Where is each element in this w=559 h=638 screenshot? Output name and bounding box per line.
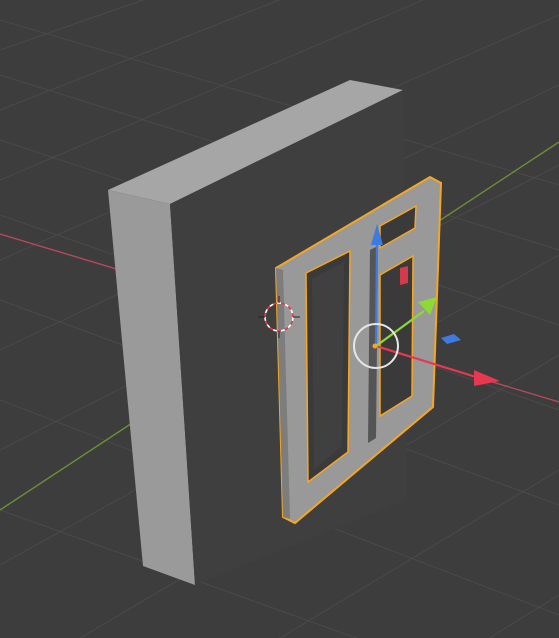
3d-viewport[interactable] bbox=[0, 0, 559, 638]
y-plane-handle-icon[interactable] bbox=[441, 334, 461, 344]
object-origin-icon bbox=[372, 343, 378, 349]
z-arrow-shaft bbox=[374, 242, 379, 347]
x-handle-icon[interactable] bbox=[400, 266, 408, 285]
viewport-scene[interactable] bbox=[0, 0, 559, 638]
door-left-panel-inner bbox=[312, 262, 344, 470]
